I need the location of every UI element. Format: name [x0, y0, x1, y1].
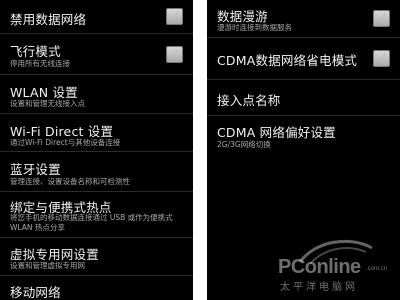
setting-title: CDMA 网络偏好设置 [217, 125, 336, 140]
data-roaming-checkbox[interactable]: ✓ [373, 10, 390, 27]
setting-subtitle: 停用所有无线连接 [10, 59, 70, 68]
setting-mobile-network[interactable]: 移动网络 [0, 276, 193, 300]
setting-subtitle: 设置和管理虚拟专用网 [10, 261, 85, 270]
setting-tethering-hotspot[interactable]: 绑定与便携式热点 将您手机的移动数据连接通过 USB 或作为便携式 WLAN 热… [0, 192, 193, 238]
cdma-power-save-checkbox[interactable]: ✓ [373, 50, 390, 67]
setting-airplane-mode[interactable]: 飞行模式 停用所有无线连接 ✓ [0, 34, 193, 75]
watermark-domain: .com.cn [366, 266, 388, 272]
setting-title: CDMA数据网络省电模式 [217, 53, 358, 68]
setting-data-roaming[interactable]: 数据漫游 漫游时连接到数据服务 ✓ [207, 0, 400, 38]
setting-title: 接入点名称 [217, 93, 281, 108]
setting-bluetooth[interactable]: 蓝牙设置 管理连接、设置设备名称和可检测性 [0, 152, 193, 192]
setting-disable-data-network[interactable]: 禁用数据网络 ✓ [0, 0, 193, 34]
setting-title: 移动网络 [10, 285, 61, 300]
setting-wifi-direct[interactable]: Wi-Fi Direct 设置 通过Wi-Fi Direct与其他设备连接 [0, 114, 193, 152]
disable-data-checkbox[interactable]: ✓ [166, 8, 183, 25]
watermark-tagline: 太平洋电脑网 [280, 282, 358, 293]
checkmark-icon: ✓ [169, 46, 182, 62]
setting-subtitle: 通过Wi-Fi Direct与其他设备连接 [10, 138, 121, 147]
checkmark-icon: ✓ [169, 8, 182, 24]
right-settings-screen: 数据漫游 漫游时连接到数据服务 ✓ CDMA数据网络省电模式 ✓ 接入点名称 C… [207, 0, 400, 300]
pconline-watermark: PConline .com.cn 太平洋电脑网 [278, 238, 388, 294]
setting-title: 蓝牙设置 [10, 162, 61, 177]
watermark-brand: PConline [278, 256, 361, 278]
left-settings-screen: 禁用数据网络 ✓ 飞行模式 停用所有无线连接 ✓ WLAN 设置 设置和管理无线… [0, 0, 193, 300]
setting-title: 禁用数据网络 [10, 12, 87, 27]
checkmark-icon: ✓ [376, 10, 389, 26]
setting-wlan[interactable]: WLAN 设置 设置和管理无线接入点 [0, 75, 193, 114]
setting-apn[interactable]: 接入点名称 [207, 80, 400, 116]
setting-cdma-network-preference[interactable]: CDMA 网络偏好设置 2G/3G网络切换 [207, 116, 400, 158]
setting-vpn[interactable]: 虚拟专用网设置 设置和管理虚拟专用网 [0, 238, 193, 276]
checkmark-icon: ✓ [376, 50, 389, 66]
airplane-mode-checkbox[interactable]: ✓ [166, 46, 183, 63]
setting-title: 飞行模式 [10, 44, 61, 59]
setting-subtitle: 2G/3G网络切换 [217, 140, 271, 149]
setting-subtitle: 漫游时连接到数据服务 [217, 23, 292, 32]
setting-cdma-power-save[interactable]: CDMA数据网络省电模式 ✓ [207, 38, 400, 80]
setting-subtitle: 管理连接、设置设备名称和可检测性 [10, 177, 130, 186]
setting-subtitle: 设置和管理无线接入点 [10, 99, 85, 108]
setting-subtitle: 将您手机的移动数据连接通过 USB 或作为便携式 WLAN 热点分享 [10, 213, 173, 232]
